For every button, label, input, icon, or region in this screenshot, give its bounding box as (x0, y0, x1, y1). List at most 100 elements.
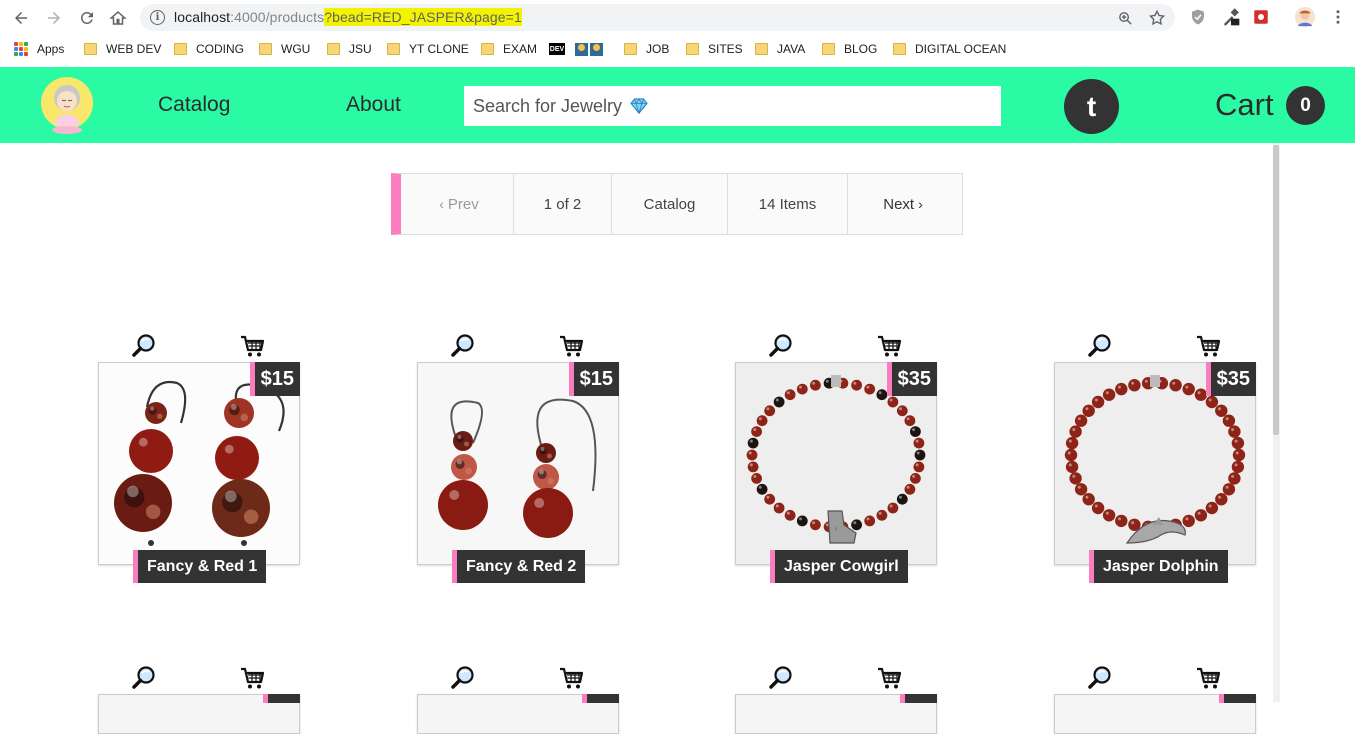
price-tag: $35 (886, 362, 937, 396)
zoom-icon[interactable] (1116, 9, 1134, 27)
item-count: 14 Items (728, 174, 848, 234)
reload-button[interactable] (75, 6, 99, 30)
magnifier-icon[interactable] (1087, 333, 1113, 359)
cart-link[interactable]: Cart (1215, 87, 1274, 123)
user-avatar[interactable]: t (1064, 79, 1119, 134)
price-tag: $35 (1205, 362, 1256, 396)
bookmark-folder[interactable]: JOB (624, 41, 669, 57)
arrow-left-icon (15, 12, 27, 24)
url-host: localhost (174, 9, 231, 25)
bookmarks-bar: Apps WEB DEV CODING WGU JSU YT CLONE EXAM DEV JO… (0, 35, 1355, 63)
people-emoji-icon (575, 43, 603, 56)
add-to-cart-icon[interactable] (1195, 333, 1221, 359)
product-title[interactable]: Fancy & Red 1 (133, 550, 267, 583)
profile-avatar-icon[interactable] (1294, 6, 1316, 28)
pagination-bar: ‹ Prev 1 of 2 Catalog 14 Items Next › (391, 173, 963, 235)
bookmark-folder[interactable]: CODING (174, 41, 244, 57)
url-text[interactable]: localhost:4000/products?bead=RED_JASPER&… (174, 8, 522, 26)
magnifier-icon[interactable] (768, 333, 794, 359)
bookmark-label: JSU (349, 42, 372, 56)
prev-page-button[interactable]: ‹ Prev (401, 174, 514, 234)
bookmark-folder[interactable]: WGU (259, 41, 310, 57)
magnifier-icon[interactable] (1087, 665, 1113, 691)
bookmark-emoji[interactable] (575, 41, 605, 57)
product-title[interactable]: Fancy & Red 2 (452, 550, 586, 583)
folder-icon (481, 43, 494, 55)
page-indicator: 1 of 2 (514, 174, 612, 234)
folder-icon (259, 43, 272, 55)
search-input[interactable]: Search for Jewelry (464, 86, 1001, 126)
reload-icon (80, 11, 93, 24)
nav-catalog-link[interactable]: Catalog (158, 93, 230, 117)
bookmark-star-icon[interactable] (1148, 9, 1166, 27)
add-to-cart-icon[interactable] (876, 665, 902, 691)
add-to-cart-icon[interactable] (558, 665, 584, 691)
bookmark-folder[interactable]: EXAM (481, 41, 537, 57)
bookmark-label: JAVA (777, 42, 806, 56)
next-page-button[interactable]: Next › (848, 174, 962, 234)
bookmark-label: WEB DEV (106, 42, 162, 56)
bookmark-label: WGU (281, 42, 311, 56)
bookmark-folder[interactable]: YT CLONE (387, 41, 469, 57)
bookmark-label: BLOG (844, 42, 878, 56)
bookmark-dev[interactable]: DEV (549, 41, 565, 57)
add-to-cart-icon[interactable] (558, 333, 584, 359)
bookmark-folder[interactable]: JAVA (755, 41, 805, 57)
address-bar[interactable]: i localhost:4000/products?bead=RED_JASPE… (140, 4, 1175, 31)
add-to-cart-icon[interactable] (876, 333, 902, 359)
add-to-cart-icon[interactable] (1195, 665, 1221, 691)
next-label: Next (883, 195, 915, 213)
folder-icon (755, 43, 768, 55)
url-query-highlighted: ?bead=RED_JASPER&page=1 (324, 8, 522, 26)
eyedropper-extension-icon[interactable] (1220, 6, 1242, 28)
price-tag: $15 (568, 362, 619, 396)
bookmark-folder[interactable]: SITES (686, 41, 743, 57)
bookmark-label: DIGITAL OCEAN (915, 42, 1007, 56)
info-icon[interactable]: i (150, 10, 165, 25)
magnifier-icon[interactable] (131, 665, 157, 691)
arrow-right-icon (48, 12, 60, 24)
folder-icon (686, 43, 699, 55)
site-logo[interactable] (40, 76, 94, 136)
folder-icon (84, 43, 97, 55)
bookmark-folder[interactable]: JSU (327, 41, 372, 57)
page-scrollbar-thumb[interactable] (1273, 145, 1279, 435)
product-title[interactable]: Jasper Cowgirl (770, 550, 908, 583)
folder-icon (174, 43, 187, 55)
browser-chrome: i localhost:4000/products?bead=RED_JASPE… (0, 0, 1355, 67)
product-title[interactable]: Jasper Dolphin (1089, 550, 1228, 583)
magnifier-icon[interactable] (450, 333, 476, 359)
more-menu-icon[interactable] (1327, 6, 1349, 28)
bookmark-folder[interactable]: BLOG (822, 41, 877, 57)
meditating-grandma-logo-icon (41, 77, 93, 134)
dev-logo-icon: DEV (549, 43, 565, 55)
url-path: :4000/products (230, 9, 325, 25)
bookmark-folder[interactable]: DIGITAL OCEAN (893, 41, 1006, 57)
bookmark-label: CODING (196, 42, 244, 56)
chevron-right-icon: › (918, 196, 923, 212)
magnifier-icon[interactable] (131, 333, 157, 359)
back-button[interactable] (9, 6, 33, 30)
red-extension-icon[interactable] (1250, 6, 1272, 28)
home-button[interactable] (106, 6, 130, 30)
chevron-left-icon: ‹ (439, 196, 444, 212)
bookmark-folder[interactable]: WEB DEV (84, 41, 161, 57)
folder-icon (387, 43, 400, 55)
site-header: Catalog About Search for Jewelry t Cart … (0, 67, 1355, 143)
cart-count-badge[interactable]: 0 (1286, 86, 1325, 125)
magnifier-icon[interactable] (768, 665, 794, 691)
add-to-cart-icon[interactable] (239, 333, 265, 359)
bookmark-label: EXAM (503, 42, 538, 56)
forward-button[interactable] (42, 6, 66, 30)
magnifier-icon[interactable] (450, 665, 476, 691)
bookmark-label: SITES (708, 42, 743, 56)
bookmark-label: Apps (37, 42, 65, 56)
catalog-link[interactable]: Catalog (612, 174, 728, 234)
shield-extension-icon[interactable] (1187, 6, 1209, 28)
add-to-cart-icon[interactable] (239, 665, 265, 691)
search-placeholder: Search for Jewelry (473, 95, 623, 116)
home-icon (109, 10, 127, 25)
browser-toolbar: i localhost:4000/products?bead=RED_JASPE… (0, 0, 1355, 35)
nav-about-link[interactable]: About (346, 93, 401, 117)
bookmark-apps[interactable]: Apps (14, 41, 64, 57)
